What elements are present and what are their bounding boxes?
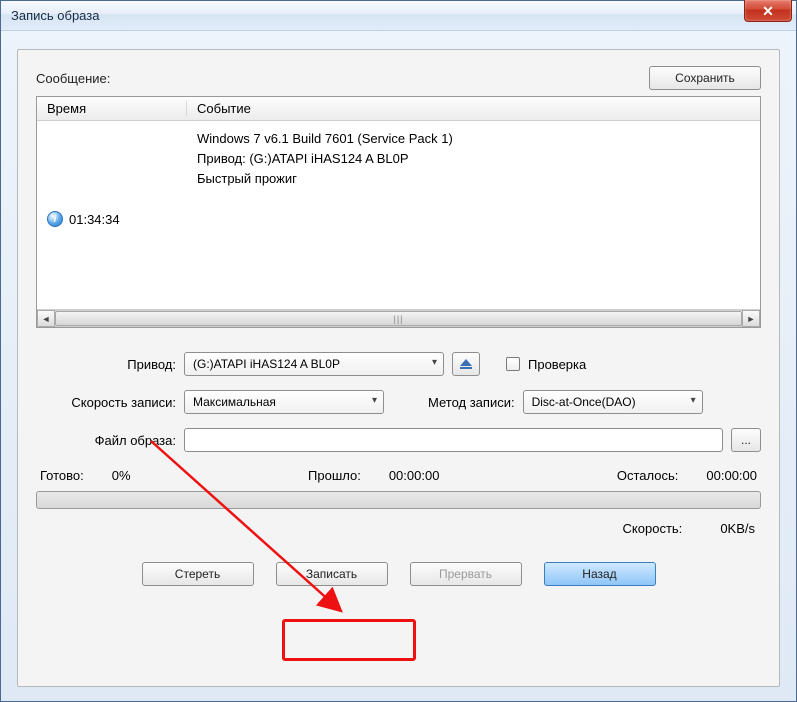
- window-title: Запись образа: [7, 8, 99, 23]
- close-button[interactable]: ✕: [744, 0, 792, 22]
- elapsed-value: 00:00:00: [389, 468, 440, 483]
- window-controls: ✕: [744, 0, 792, 22]
- write-speed-select[interactable]: Максимальная: [184, 390, 384, 414]
- verify-label: Проверка: [528, 357, 586, 372]
- close-icon: ✕: [762, 4, 774, 18]
- elapsed-label: Прошло:: [308, 468, 361, 483]
- log-time-cell: i 01:34:34: [37, 211, 187, 227]
- log-row: i 01:34:34 Windows 7 v6.1 Build 7601 (Se…: [37, 121, 760, 309]
- info-icon: i: [47, 211, 63, 227]
- remaining-label: Осталось:: [617, 468, 679, 483]
- write-speed-value: Максимальная: [193, 395, 276, 409]
- write-method-label: Метод записи:: [428, 395, 515, 410]
- write-speed-label: Скорость записи:: [36, 395, 176, 410]
- eject-button[interactable]: [452, 352, 480, 376]
- eject-icon: [460, 359, 472, 366]
- remaining-value: 00:00:00: [706, 468, 757, 483]
- scroll-track[interactable]: |||: [55, 310, 742, 327]
- action-buttons: Стереть Записать Прервать Назад: [36, 562, 761, 586]
- speed-row: Скорость: 0KB/s: [36, 521, 761, 536]
- drive-select-value: (G:)ATAPI iHAS124 A BL0P: [193, 357, 340, 371]
- log-line-3: Быстрый прожиг: [197, 169, 760, 189]
- message-label: Сообщение:: [36, 71, 110, 86]
- titlebar: Запись образа ✕: [1, 1, 796, 31]
- status-row: Готово: 0% Прошло: 00:00:00 Осталось: 00…: [36, 468, 761, 483]
- write-method-select[interactable]: Disc-at-Once(DAO): [523, 390, 703, 414]
- log-listview[interactable]: Время Событие i 01:34:34 Windows 7 v6.1 …: [36, 96, 761, 328]
- progress-bar: [36, 491, 761, 509]
- scroll-thumb[interactable]: |||: [55, 311, 742, 326]
- log-line-1: Windows 7 v6.1 Build 7601 (Service Pack …: [197, 129, 760, 149]
- image-path-input[interactable]: [184, 428, 723, 452]
- dialog-window: Запись образа ✕ Сообщение: Сохранить Вре…: [0, 0, 797, 702]
- speed-value: 0KB/s: [720, 521, 755, 536]
- settings-form: Привод: (G:)ATAPI iHAS124 A BL0P Проверк…: [36, 352, 761, 452]
- client-area: Сообщение: Сохранить Время Событие i 01:…: [17, 49, 780, 687]
- write-method-value: Disc-at-Once(DAO): [532, 395, 636, 409]
- ready-label: Готово:: [40, 468, 84, 483]
- ready-value: 0%: [112, 468, 131, 483]
- column-event[interactable]: Событие: [187, 101, 760, 116]
- column-time[interactable]: Время: [37, 101, 187, 116]
- image-file-label: Файл образа:: [36, 433, 176, 448]
- back-button[interactable]: Назад: [544, 562, 656, 586]
- scroll-left-button[interactable]: ◄: [37, 310, 55, 327]
- horizontal-scrollbar[interactable]: ◄ ||| ►: [37, 309, 760, 327]
- write-button[interactable]: Записать: [276, 562, 388, 586]
- abort-button[interactable]: Прервать: [410, 562, 522, 586]
- scroll-right-button[interactable]: ►: [742, 310, 760, 327]
- log-event-cell: Windows 7 v6.1 Build 7601 (Service Pack …: [187, 129, 760, 309]
- speed-label: Скорость:: [623, 521, 683, 536]
- verify-checkbox[interactable]: [506, 357, 520, 371]
- log-line-2: Привод: (G:)ATAPI iHAS124 A BL0P: [197, 149, 760, 169]
- browse-button[interactable]: ...: [731, 428, 761, 452]
- log-header: Время Событие: [37, 97, 760, 121]
- log-time: 01:34:34: [69, 212, 120, 227]
- save-button[interactable]: Сохранить: [649, 66, 761, 90]
- drive-select[interactable]: (G:)ATAPI iHAS124 A BL0P: [184, 352, 444, 376]
- erase-button[interactable]: Стереть: [142, 562, 254, 586]
- drive-label: Привод:: [36, 357, 176, 372]
